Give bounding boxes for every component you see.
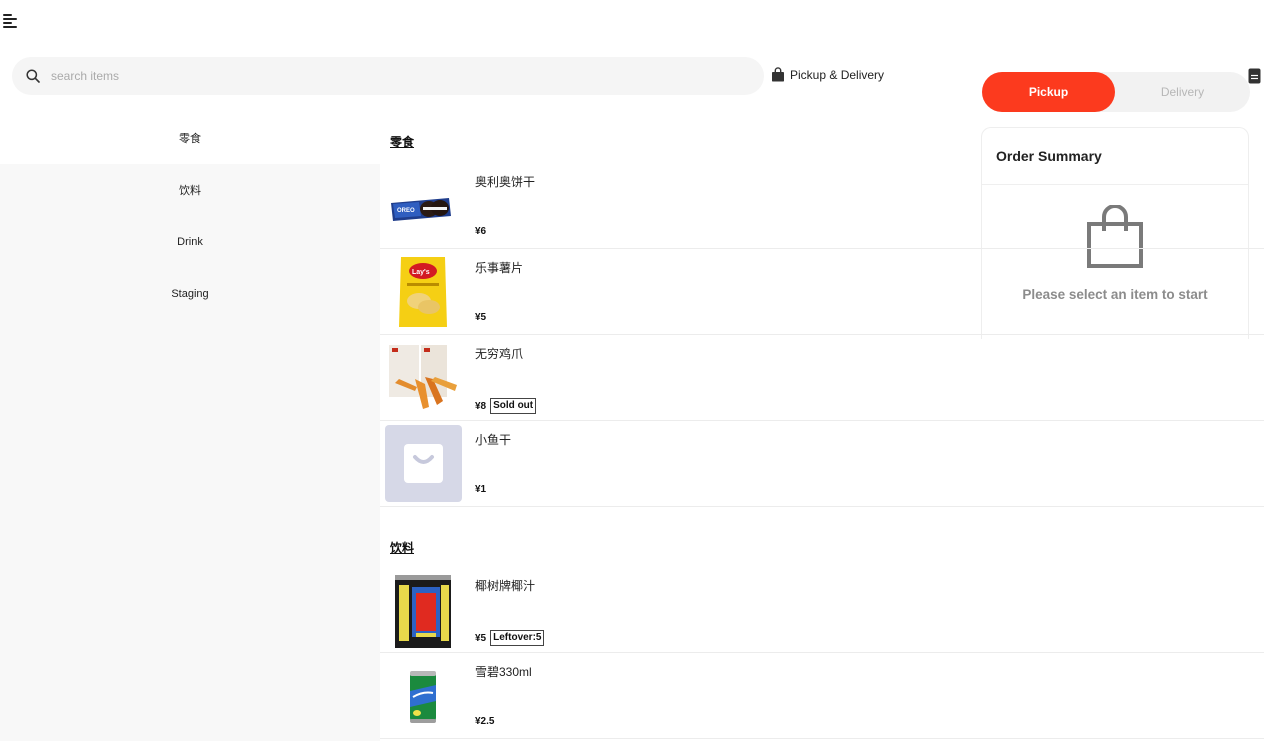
sold-out-badge: Sold out [490, 398, 537, 414]
section-title-snacks: 零食 [390, 135, 415, 149]
sidebar-item-beverages[interactable]: 饮料 [0, 164, 380, 216]
app-page: Pickup & Delivery Pickup Delivery Order … [0, 0, 1264, 741]
item-price: ¥5 [475, 312, 487, 323]
menu-icon[interactable] [3, 13, 19, 29]
sidebar-item-drink[interactable]: Drink [0, 216, 380, 268]
svg-text:Lay's: Lay's [412, 269, 430, 276]
leftover-badge: Leftover:5 [490, 630, 545, 646]
chips-bag-image: Lay's [385, 253, 462, 330]
sidebar-item-snacks[interactable]: 零食 [0, 112, 380, 164]
document-icon[interactable] [1248, 68, 1261, 84]
search-bar[interactable] [12, 57, 764, 95]
sprite-can-image [385, 657, 462, 734]
cookie-package-image: OREO [385, 167, 462, 244]
menu-item-chicken-feet[interactable]: 无穷鸡爪 ¥8 Sold out [380, 335, 1264, 421]
shopping-bag-icon [772, 67, 784, 82]
delivery-tab[interactable]: Delivery [1115, 72, 1250, 112]
coconut-juice-can-image [385, 571, 462, 648]
svg-text:OREO: OREO [397, 208, 415, 214]
menu-item-sprite[interactable]: 雪碧330ml ¥2.5 [380, 653, 1264, 739]
order-mode-toggle: Pickup Delivery [982, 72, 1250, 112]
item-name: 小鱼干 [475, 433, 512, 447]
search-input[interactable] [51, 69, 731, 83]
search-icon [26, 69, 40, 83]
item-price-row: ¥1 [475, 484, 486, 495]
item-price: ¥2.5 [475, 716, 495, 727]
item-name: 雪碧330ml [475, 665, 532, 679]
pickup-tab[interactable]: Pickup [982, 72, 1115, 112]
menu-item-dried-fish[interactable]: 小鱼干 ¥1 [380, 421, 1264, 507]
item-price: ¥8 [475, 400, 487, 412]
item-price: ¥5 [475, 632, 487, 644]
item-name: 乐事薯片 [475, 261, 524, 275]
chicken-feet-image [385, 339, 462, 416]
item-name: 无穷鸡爪 [475, 347, 524, 361]
item-price-row: ¥8 Sold out [475, 398, 537, 414]
menu-item-lays[interactable]: Lay's 乐事薯片 ¥5 [380, 249, 1264, 335]
item-price-row: ¥2.5 [475, 716, 494, 727]
sidebar-item-staging[interactable]: Staging [0, 268, 380, 320]
placeholder-bag-icon [385, 425, 462, 502]
item-price-row: ¥6 [475, 226, 486, 237]
pickup-delivery-text: Pickup & Delivery [790, 67, 885, 82]
item-price-row: ¥5 [475, 312, 486, 323]
section-title-beverages: 饮料 [390, 541, 415, 555]
item-name: 椰树牌椰汁 [475, 579, 536, 593]
item-price: ¥6 [475, 226, 487, 237]
category-sidebar: 零食 饮料 Drink Staging [0, 112, 380, 741]
item-price: ¥1 [475, 484, 487, 495]
menu-content: 零食 OREO 奥利奥饼干 ¥6 Lay's 乐事薯片 ¥5 无穷鸡爪 ¥8 S… [380, 112, 1264, 741]
item-name: 奥利奥饼干 [475, 175, 536, 189]
menu-item-oreo[interactable]: OREO 奥利奥饼干 ¥6 [380, 163, 1264, 249]
menu-item-coconut-juice[interactable]: 椰树牌椰汁 ¥5 Leftover:5 [380, 567, 1264, 653]
pickup-delivery-label: Pickup & Delivery [771, 67, 884, 82]
item-price-row: ¥5 Leftover:5 [475, 630, 545, 646]
